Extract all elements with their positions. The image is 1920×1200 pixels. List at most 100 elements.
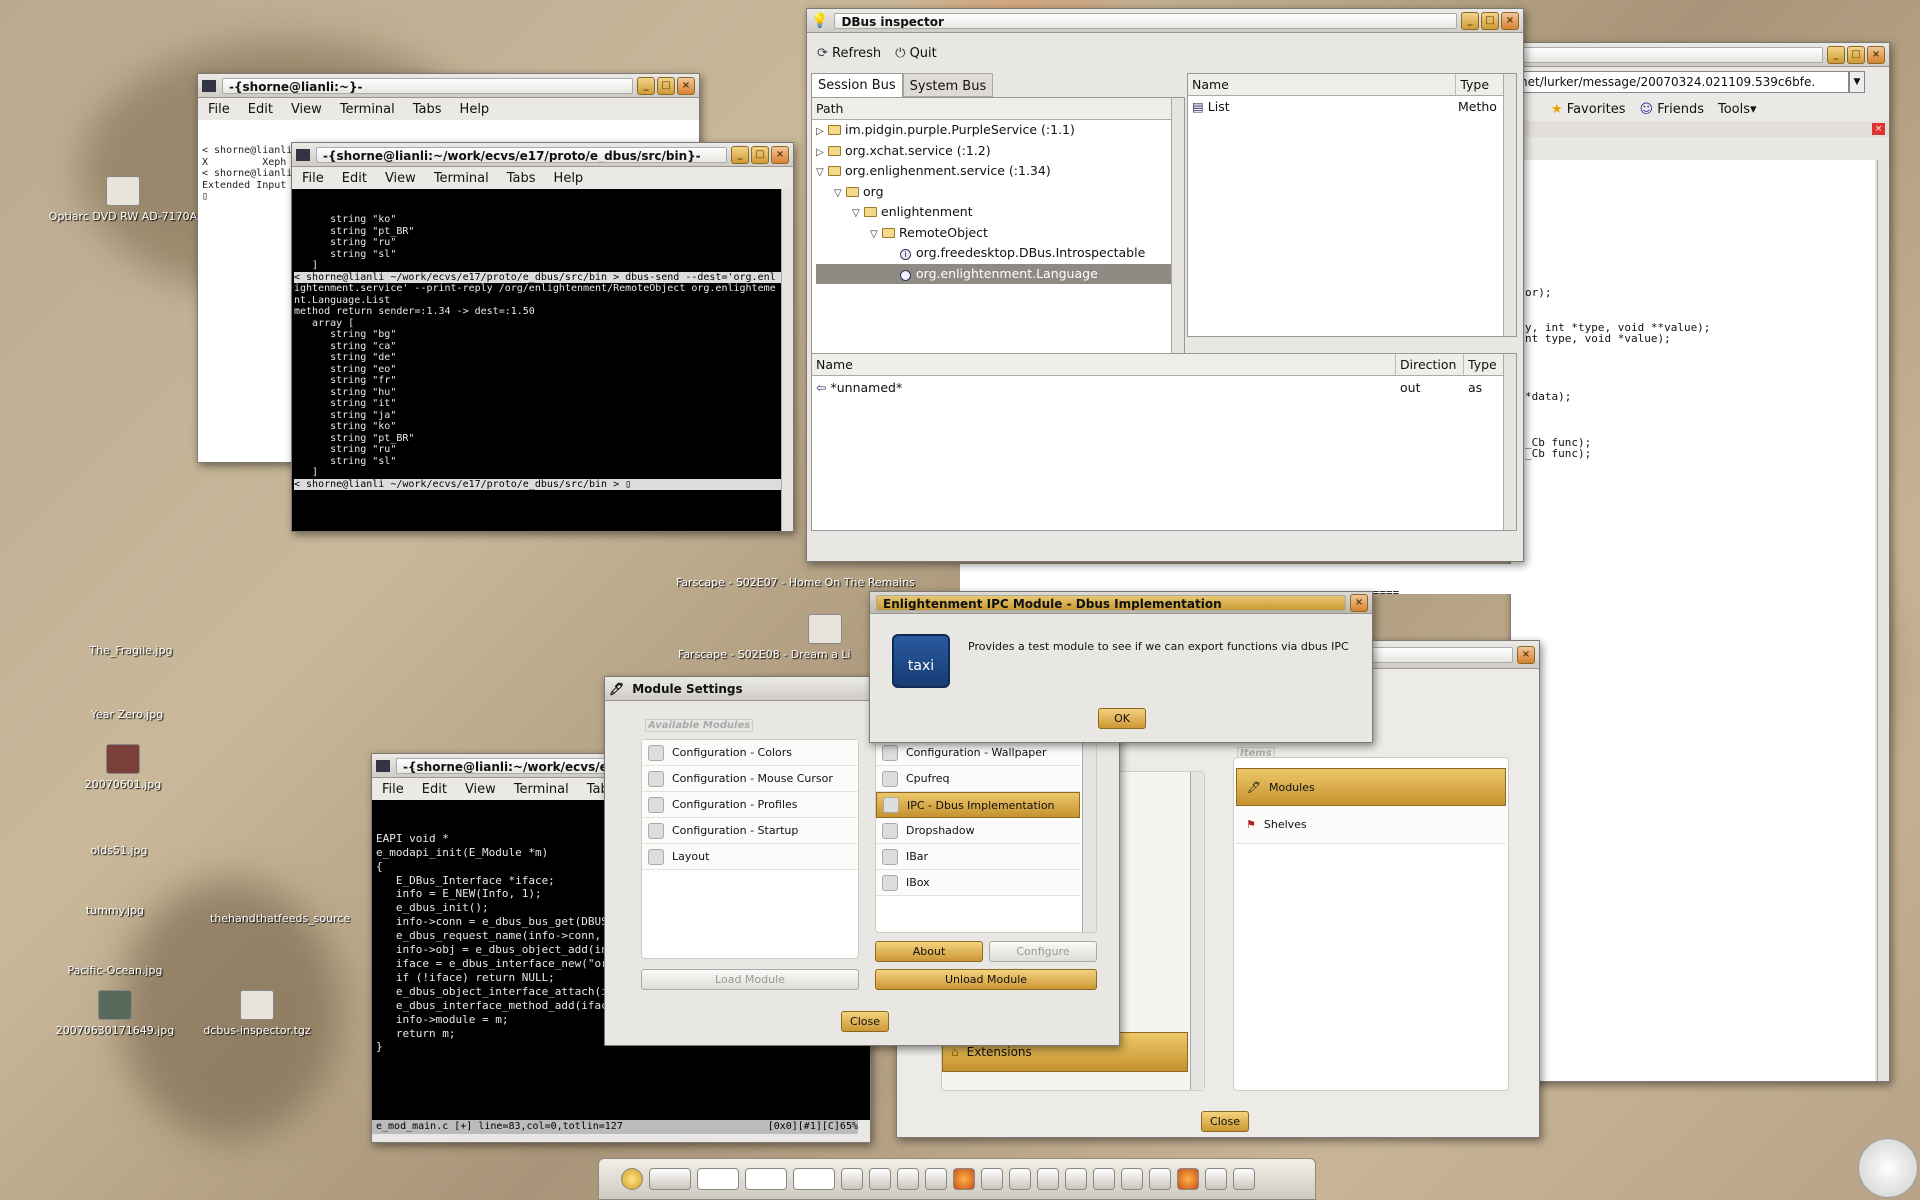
- expander-open-icon[interactable]: ▽: [816, 163, 828, 184]
- expander-closed-icon[interactable]: ▷: [816, 122, 828, 143]
- tree-node[interactable]: ▷ org.xchat.service (:1.2): [816, 141, 1184, 162]
- menu-edit[interactable]: Edit: [248, 102, 273, 117]
- browser-scrollbar[interactable]: [1877, 160, 1889, 1081]
- loaded-module-item[interactable]: IPC - Dbus Implementation: [876, 792, 1080, 818]
- url-dropdown-icon[interactable]: ▼: [1849, 71, 1865, 93]
- item-shelves[interactable]: ⚑ Shelves: [1236, 806, 1506, 844]
- url-input[interactable]: net/lurker/message/20070324.021109.539c6…: [1515, 71, 1849, 93]
- args-type-header[interactable]: Type: [1464, 354, 1504, 375]
- friends-button[interactable]: ☺ Friends: [1640, 102, 1704, 117]
- tree-node[interactable]: ▽ org: [816, 182, 1184, 203]
- expander-open-icon[interactable]: ▽: [834, 184, 846, 205]
- close-button[interactable]: ×: [677, 76, 695, 95]
- close-button[interactable]: ×: [771, 145, 789, 164]
- loaded-module-item[interactable]: IBox: [876, 870, 1080, 896]
- start-menu-icon[interactable]: [621, 1168, 643, 1190]
- available-module-item[interactable]: Configuration - Mouse Cursor: [642, 766, 858, 792]
- tree-node[interactable]: ▽ enlightenment: [816, 202, 1184, 223]
- launcher-icon-9[interactable]: [1065, 1168, 1087, 1190]
- tree-node[interactable]: i org.freedesktop.DBus.Introspectable: [816, 243, 1184, 264]
- launcher-icon-4[interactable]: [925, 1168, 947, 1190]
- launcher-icon-11[interactable]: [1121, 1168, 1143, 1190]
- tab-session-bus[interactable]: Session Bus: [811, 73, 903, 97]
- pager-desk-3[interactable]: [745, 1168, 787, 1190]
- launcher-icon-8[interactable]: [1037, 1168, 1059, 1190]
- menu-file[interactable]: File: [302, 171, 324, 186]
- launcher-icon-14[interactable]: [1205, 1168, 1227, 1190]
- menu-help[interactable]: Help: [554, 171, 584, 186]
- about-button[interactable]: About: [875, 941, 983, 962]
- menu-file[interactable]: File: [208, 102, 230, 117]
- menu-help[interactable]: Help: [460, 102, 490, 117]
- close-tab-icon[interactable]: ×: [1872, 123, 1885, 135]
- module-settings-close-button[interactable]: Close: [841, 1011, 889, 1032]
- maximize-button[interactable]: □: [1481, 11, 1499, 30]
- menu-edit[interactable]: Edit: [422, 782, 447, 797]
- expander-open-icon[interactable]: ▽: [852, 204, 864, 225]
- pager-desk-2[interactable]: [697, 1168, 739, 1190]
- load-module-button[interactable]: Load Module: [641, 969, 859, 990]
- desktop-icon-farscape07[interactable]: Farscape - S02E07 - Home On The Remains: [676, 576, 956, 589]
- minimize-button[interactable]: _: [637, 76, 655, 95]
- desktop-icon-handthatfeeds[interactable]: thehandthatfeeds_source: [210, 912, 380, 925]
- args-name-header[interactable]: Name: [812, 354, 1396, 375]
- pager-desk-1[interactable]: [649, 1168, 691, 1190]
- browser-icon-2[interactable]: [1177, 1168, 1199, 1190]
- close-button[interactable]: ×: [1867, 45, 1885, 64]
- loaded-module-item[interactable]: Dropshadow: [876, 818, 1080, 844]
- tree-node[interactable]: ▽ org.enlighenment.service (:1.34): [816, 161, 1184, 182]
- unload-module-button[interactable]: Unload Module: [875, 969, 1097, 990]
- loaded-module-item[interactable]: Configuration - Wallpaper: [876, 740, 1080, 766]
- member-row[interactable]: ▤ List Metho: [1188, 96, 1516, 118]
- args-direction-header[interactable]: Direction: [1396, 354, 1464, 375]
- available-module-item[interactable]: Configuration - Colors: [642, 740, 858, 766]
- available-module-item[interactable]: Configuration - Startup: [642, 818, 858, 844]
- desktop-icon-farscape08[interactable]: Farscape - S02E08 - Dream a Li: [678, 614, 878, 661]
- refresh-button[interactable]: ⟳ Refresh: [817, 46, 881, 61]
- desktop-icon-yearzero[interactable]: Year Zero.jpg: [42, 708, 212, 721]
- launcher-icon-2[interactable]: [869, 1168, 891, 1190]
- loaded-module-item[interactable]: Cpufreq: [876, 766, 1080, 792]
- desktop-icon-tummy[interactable]: tummy.jpg: [30, 904, 200, 917]
- launcher-icon-10[interactable]: [1093, 1168, 1115, 1190]
- desktop-icon-tgz[interactable]: dcbus-inspector.tgz: [172, 990, 342, 1037]
- menu-view[interactable]: View: [465, 782, 496, 797]
- favorites-button[interactable]: ★ Favorites: [1551, 102, 1626, 117]
- menu-edit[interactable]: Edit: [342, 171, 367, 186]
- terminal2-output[interactable]: string "ko" string "pt_BR" string "ru" s…: [292, 189, 793, 531]
- quit-button[interactable]: ⏻ Quit: [895, 46, 937, 61]
- minimize-button[interactable]: _: [1461, 11, 1479, 30]
- launcher-icon-15[interactable]: [1233, 1168, 1255, 1190]
- tools-menu[interactable]: Tools▾: [1718, 102, 1757, 117]
- menu-terminal[interactable]: Terminal: [514, 782, 569, 797]
- available-module-item[interactable]: Layout: [642, 844, 858, 870]
- maximize-button[interactable]: □: [1847, 45, 1865, 64]
- maximize-button[interactable]: □: [657, 76, 675, 95]
- menu-tabs[interactable]: Tabs: [413, 102, 442, 117]
- arg-row[interactable]: ⇦ *unnamed* out as: [812, 376, 1516, 400]
- menu-terminal[interactable]: Terminal: [340, 102, 395, 117]
- menu-file[interactable]: File: [382, 782, 404, 797]
- category-scrollbar[interactable]: [1190, 772, 1204, 1090]
- desktop-icon-20070601[interactable]: 20070601.jpg: [38, 744, 208, 791]
- close-button[interactable]: ×: [1501, 11, 1519, 30]
- config-close-button[interactable]: Close: [1201, 1111, 1249, 1132]
- minimize-button[interactable]: _: [731, 145, 749, 164]
- members-scrollbar[interactable]: [1503, 74, 1516, 336]
- close-button[interactable]: ×: [1517, 645, 1535, 664]
- ok-button[interactable]: OK: [1098, 708, 1146, 729]
- desktop-icon-pacific[interactable]: Pacific-Ocean.jpg: [30, 964, 200, 977]
- tree-scrollbar[interactable]: [1171, 98, 1184, 360]
- desktop-icon-fragile[interactable]: The_Fragile.jpg: [46, 644, 216, 657]
- configure-button[interactable]: Configure: [989, 941, 1097, 962]
- close-button[interactable]: ×: [1350, 593, 1368, 612]
- launcher-icon-1[interactable]: [841, 1168, 863, 1190]
- pager-desk-4[interactable]: [793, 1168, 835, 1190]
- launcher-icon-6[interactable]: [981, 1168, 1003, 1190]
- launcher-icon-3[interactable]: [897, 1168, 919, 1190]
- expander-closed-icon[interactable]: ▷: [816, 143, 828, 164]
- firefox-icon[interactable]: [953, 1168, 975, 1190]
- maximize-button[interactable]: □: [751, 145, 769, 164]
- loaded-scrollbar[interactable]: [1082, 740, 1096, 932]
- members-name-header[interactable]: Name: [1188, 74, 1457, 95]
